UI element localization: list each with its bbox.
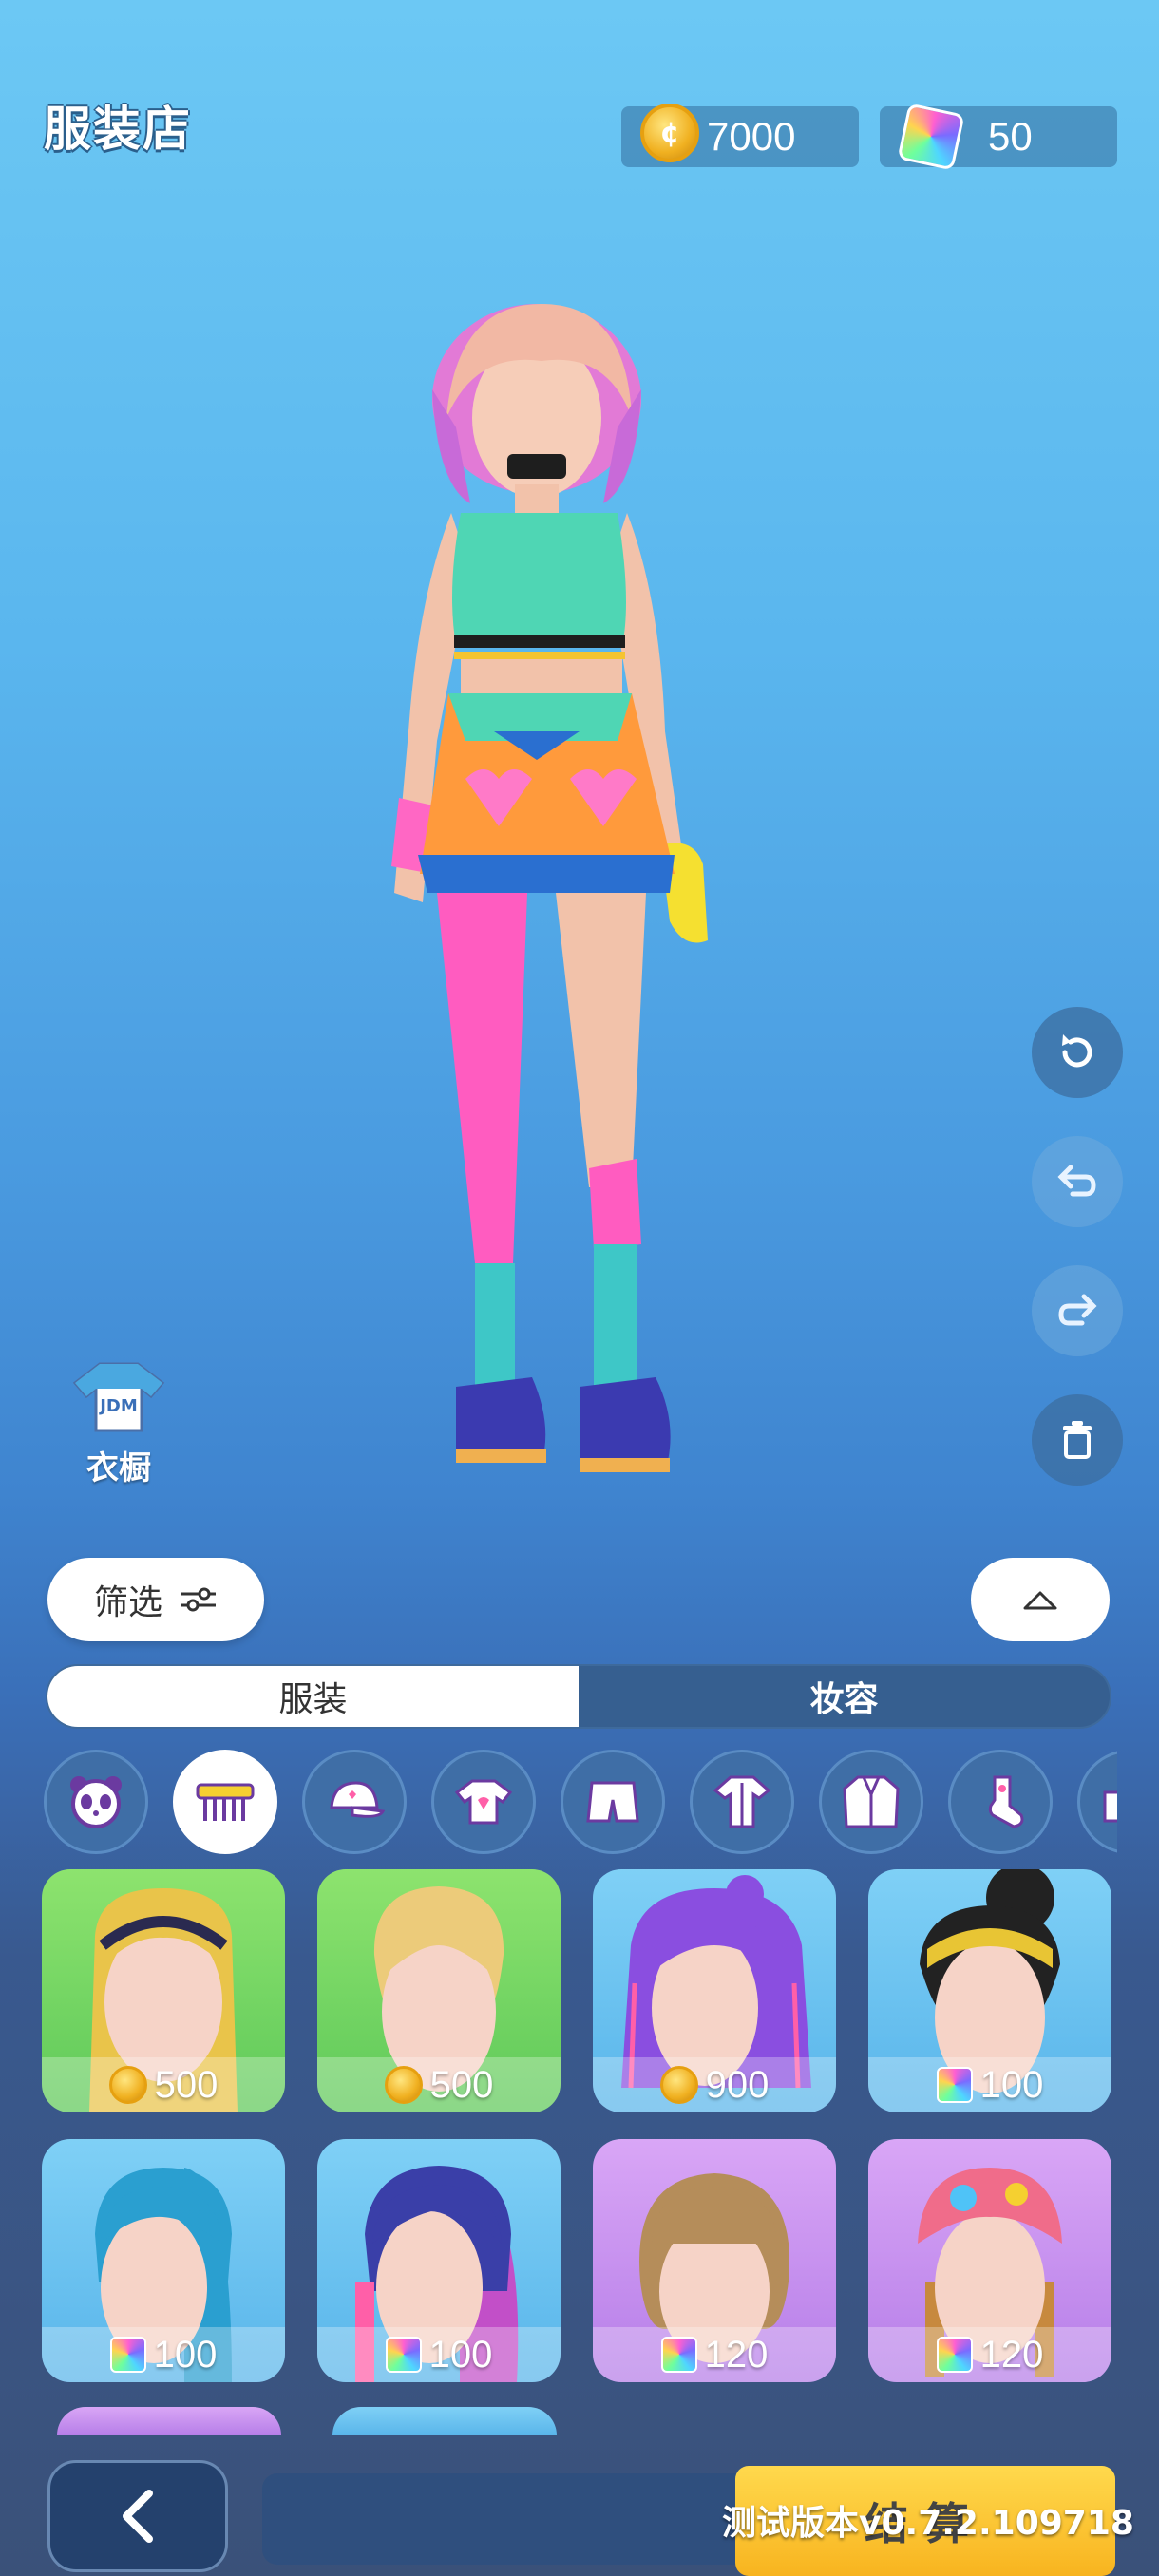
price-tag: 100 — [317, 2327, 560, 2382]
rotate-icon — [1062, 1034, 1092, 1068]
item-price: 120 — [704, 2333, 769, 2376]
item-card-bandana-braids-hair[interactable]: 120 — [868, 2139, 1112, 2382]
cap-icon — [330, 1781, 385, 1818]
redo-button[interactable] — [1032, 1265, 1123, 1356]
item-card-blue-ponytail-hair[interactable]: 100 — [42, 2139, 285, 2382]
price-tag: 120 — [593, 2327, 836, 2382]
gem-icon — [897, 103, 965, 171]
coin-icon — [108, 2066, 147, 2104]
category-jacket[interactable] — [819, 1750, 923, 1854]
expand-panel-button[interactable] — [971, 1558, 1110, 1641]
item-price: 900 — [705, 2063, 770, 2106]
tshirt-icon — [454, 1779, 513, 1825]
gem-balance[interactable]: 50 — [880, 103, 1117, 171]
category-outfit[interactable] — [690, 1750, 794, 1854]
category-shoes[interactable] — [1077, 1750, 1117, 1854]
coin-amount: 7000 — [707, 114, 796, 159]
tab-makeup[interactable]: 妆容 — [579, 1666, 1110, 1727]
undo-button[interactable] — [1032, 1136, 1123, 1227]
chevron-up-icon — [1023, 1591, 1057, 1610]
wardrobe-shirt-icon: JDM — [72, 1362, 165, 1432]
item-card-blonde-slick-hair[interactable]: 500 — [317, 1869, 560, 2112]
filter-label: 筛选 — [93, 1583, 162, 1622]
item-card-peek — [332, 2407, 557, 2435]
comb-icon — [196, 1783, 255, 1821]
price-tag: 120 — [868, 2327, 1112, 2382]
item-price: 100 — [979, 2063, 1044, 2106]
category-panda[interactable] — [44, 1750, 148, 1854]
price-tag: 500 — [42, 2057, 285, 2112]
category-bottom[interactable] — [560, 1750, 665, 1854]
category-hair[interactable] — [173, 1750, 277, 1854]
chevron-left-icon — [123, 2490, 153, 2543]
category-tabs: 服装 妆容 — [46, 1664, 1112, 1729]
item-card-brown-bob-hair[interactable]: 120 — [593, 2139, 836, 2382]
gem-icon — [109, 2337, 146, 2373]
tab-clothing[interactable]: 服装 — [48, 1666, 579, 1727]
shoe-icon — [1103, 1790, 1117, 1823]
item-card-purple-braid-hair[interactable]: 900 — [593, 1869, 836, 2112]
wardrobe-button[interactable]: JDM 衣橱 — [66, 1358, 171, 1488]
redo-icon — [1058, 1294, 1097, 1326]
gem-icon — [385, 2337, 422, 2373]
delete-button[interactable] — [1032, 1394, 1123, 1486]
category-top[interactable] — [431, 1750, 536, 1854]
item-price: 100 — [428, 2333, 493, 2376]
gem-icon — [936, 2337, 973, 2373]
trash-icon — [1063, 1421, 1092, 1459]
coin-balance[interactable]: ¢ 7000 — [621, 104, 859, 167]
character-preview[interactable] — [304, 285, 779, 1558]
gem-icon — [936, 2067, 973, 2103]
wardrobe-label: 衣橱 — [86, 1449, 151, 1487]
coin-icon: ¢ — [640, 104, 699, 162]
item-card-blonde-headband-hair[interactable]: 500 — [42, 1869, 285, 2112]
coin-icon — [384, 2066, 423, 2104]
gem-icon — [660, 2337, 697, 2373]
wardrobe-shirt-text: JDM — [98, 1396, 138, 1416]
category-hat[interactable] — [302, 1750, 407, 1854]
item-card-navy-pink-ponytail-hair[interactable]: 100 — [317, 2139, 560, 2382]
price-tag: 100 — [868, 2057, 1112, 2112]
item-price: 500 — [429, 2063, 494, 2106]
coin-icon — [659, 2066, 698, 2104]
gem-amount: 50 — [988, 114, 1033, 159]
undo-icon — [1057, 1165, 1096, 1197]
category-socks[interactable] — [948, 1750, 1053, 1854]
filter-button[interactable]: 筛选 — [48, 1558, 264, 1641]
item-price: 100 — [153, 2333, 218, 2376]
item-price: 120 — [979, 2333, 1044, 2376]
outfit-icon — [712, 1775, 771, 1828]
sock-icon — [988, 1775, 1024, 1828]
price-tag: 100 — [42, 2327, 285, 2382]
bottom-info-bar — [262, 2473, 756, 2565]
item-price: 500 — [154, 2063, 218, 2106]
page-title: 服装店 — [44, 102, 192, 157]
panda-icon — [70, 1776, 122, 1828]
back-button[interactable] — [48, 2460, 228, 2572]
shorts-icon — [586, 1781, 639, 1823]
version-label: 测试版本v0.7.2.109718 — [722, 2504, 1134, 2543]
item-category-bar — [44, 1750, 1117, 1856]
price-tag: 900 — [593, 2057, 836, 2112]
reset-rotation-button[interactable] — [1032, 1007, 1123, 1098]
price-tag: 500 — [317, 2057, 560, 2112]
jacket-icon — [843, 1775, 900, 1828]
item-card-black-curly-bun-hair[interactable]: 100 — [868, 1869, 1112, 2112]
sliders-icon — [181, 1587, 216, 1612]
item-card-peek — [57, 2407, 281, 2435]
item-grid: 500 500 900 100 100 100 120 120 — [42, 1869, 1117, 2382]
